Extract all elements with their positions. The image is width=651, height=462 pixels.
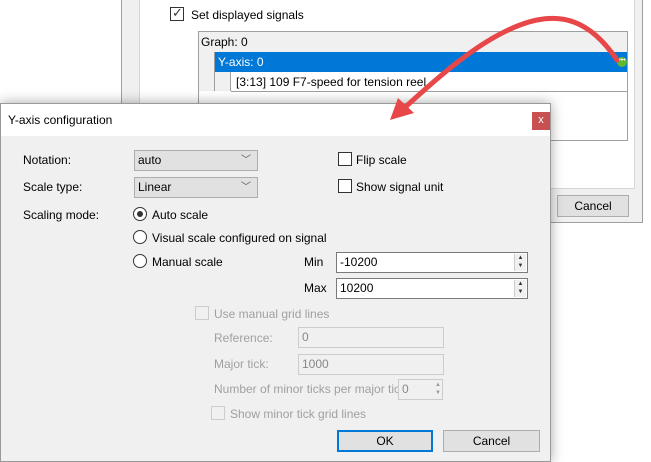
arrow-shaft [397, 16, 620, 115]
annotation-arrow [390, 16, 620, 120]
